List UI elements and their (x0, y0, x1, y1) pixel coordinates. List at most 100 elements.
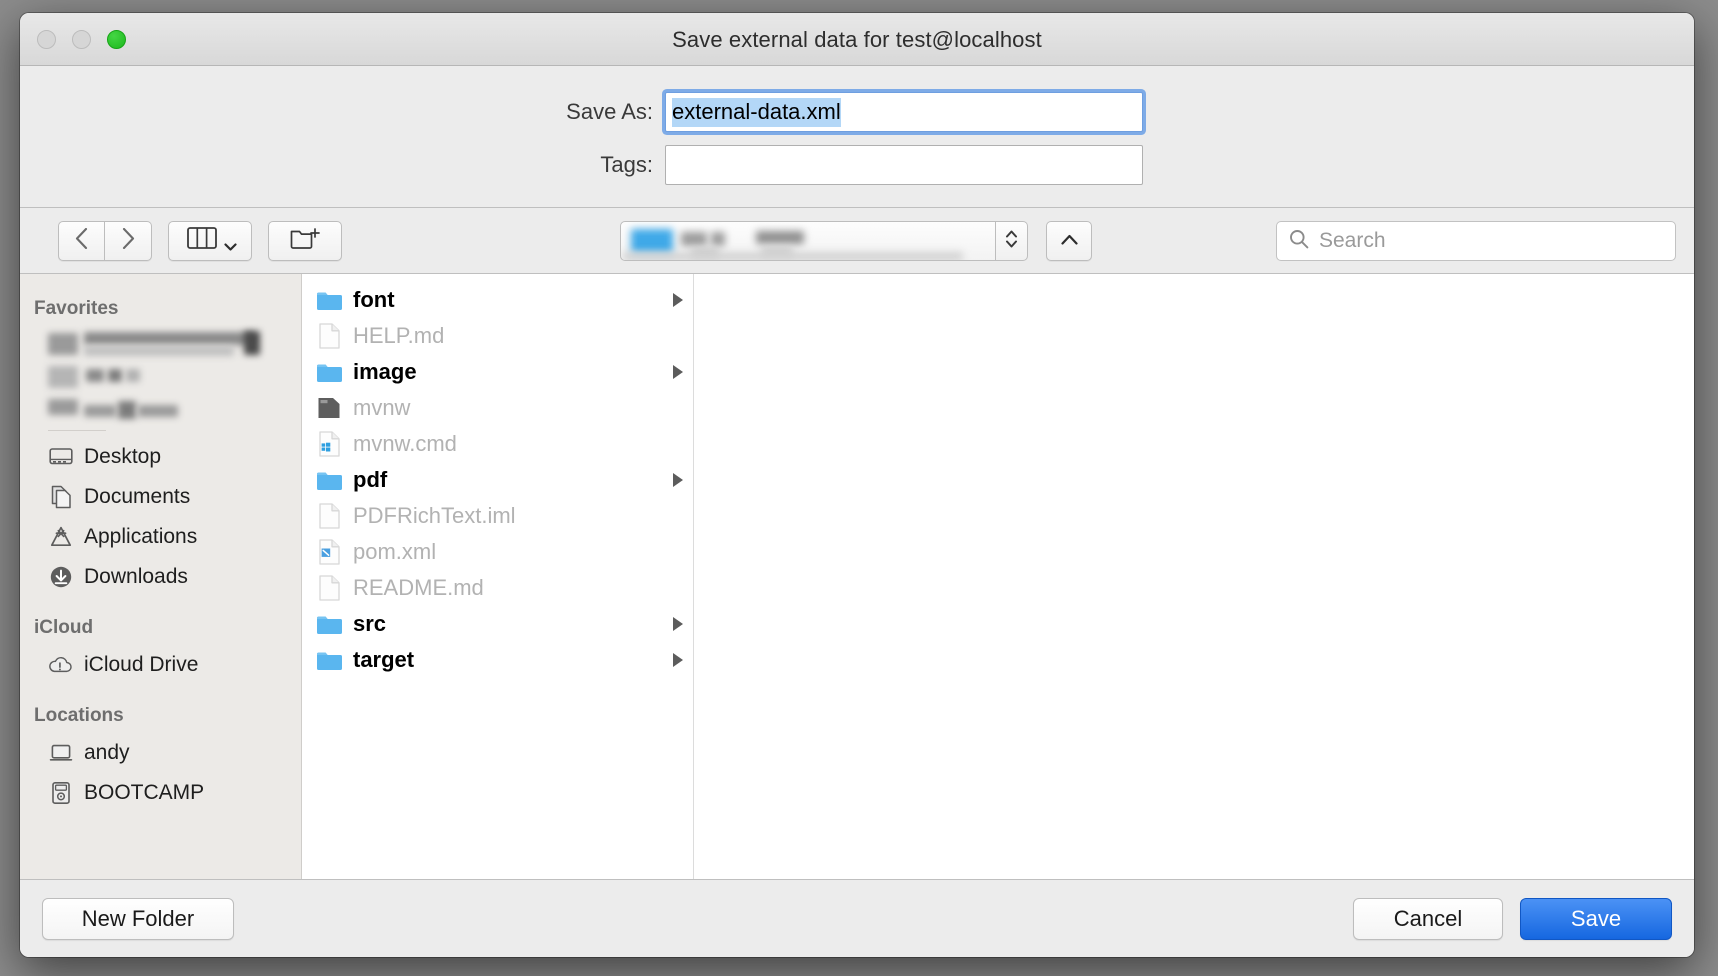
document-icon (316, 503, 342, 529)
sidebar-item-bootcamp[interactable]: BOOTCAMP (20, 773, 301, 813)
column-view-icon (187, 227, 217, 254)
sidebar-label: Applications (84, 525, 197, 549)
file-name: src (353, 611, 662, 637)
search-placeholder: Search (1319, 229, 1386, 253)
downloads-icon (48, 565, 73, 590)
navigation-buttons (58, 221, 152, 261)
forward-button[interactable] (105, 221, 152, 261)
chevron-right-icon (122, 228, 135, 254)
file-name: README.md (353, 575, 685, 601)
disclosure-triangle-icon[interactable] (673, 473, 683, 487)
folder-icon (316, 611, 342, 637)
file-row-src[interactable]: src (302, 606, 693, 642)
new-folder-button[interactable]: New Folder (42, 898, 234, 940)
new-folder-toolbar-button[interactable] (268, 221, 342, 261)
file-column-1: font HELP.md image (302, 274, 694, 879)
documents-icon (48, 485, 73, 510)
disclosure-triangle-icon[interactable] (673, 653, 683, 667)
disclosure-triangle-icon[interactable] (673, 617, 683, 631)
new-folder-icon (290, 226, 320, 255)
xml-document-icon (316, 539, 342, 565)
save-dialog-window: Save external data for test@localhost Sa… (20, 13, 1694, 957)
sidebar-divider (48, 430, 106, 431)
sidebar-heading-favorites: Favorites (20, 290, 301, 326)
file-name: mvnw (353, 395, 685, 421)
folder-icon (316, 467, 342, 493)
sidebar-item-downloads[interactable]: Downloads (20, 557, 301, 597)
file-row-pom-xml: pom.xml (302, 534, 693, 570)
dialog-footer: New Folder Cancel Save (20, 879, 1694, 957)
folder-icon (316, 647, 342, 673)
save-as-field-wrapper: external-data.xml (665, 92, 1143, 132)
cancel-button[interactable]: Cancel (1353, 898, 1503, 940)
computer-icon (48, 741, 73, 766)
path-dropdown[interactable] (620, 221, 1028, 261)
folder-icon (316, 359, 342, 385)
file-column-2[interactable] (694, 274, 1694, 879)
windows-cmd-icon (316, 431, 342, 457)
save-as-row: Save As: external-data.xml (20, 92, 1694, 132)
applications-icon (48, 525, 73, 550)
path-stepper[interactable] (996, 221, 1028, 261)
file-row-target[interactable]: target (302, 642, 693, 678)
sidebar-label: Documents (84, 485, 190, 509)
disclosure-triangle-icon[interactable] (673, 293, 683, 307)
tags-input[interactable] (665, 145, 1143, 185)
file-name: pom.xml (353, 539, 685, 565)
toolbar: Search (20, 208, 1694, 274)
search-icon (1289, 229, 1309, 254)
sidebar-item-icloud-drive[interactable]: iCloud Drive (20, 645, 301, 685)
sidebar-item-redacted-1[interactable] (48, 331, 301, 359)
file-row-image[interactable]: image (302, 354, 693, 390)
file-name: font (353, 287, 662, 313)
file-name: PDFRichText.iml (353, 503, 685, 529)
sidebar-item-redacted-3[interactable] (48, 397, 301, 425)
view-mode-button[interactable] (168, 221, 252, 261)
sidebar-heading-icloud: iCloud (20, 597, 301, 645)
file-name: HELP.md (353, 323, 685, 349)
file-row-pdf[interactable]: pdf (302, 462, 693, 498)
disclosure-triangle-icon[interactable] (673, 365, 683, 379)
file-name: target (353, 647, 662, 673)
folder-icon (316, 287, 342, 313)
back-button[interactable] (58, 221, 105, 261)
tags-label: Tags: (20, 152, 665, 178)
hard-drive-icon (48, 781, 73, 806)
file-row-font[interactable]: font (302, 282, 693, 318)
sidebar: Favorites (20, 274, 302, 879)
sidebar-label: Downloads (84, 565, 188, 589)
sidebar-label: iCloud Drive (84, 653, 198, 677)
file-row-mvnw: mvnw (302, 390, 693, 426)
path-value[interactable] (620, 221, 996, 261)
sidebar-label: andy (84, 741, 130, 765)
save-button[interactable]: Save (1520, 898, 1672, 940)
save-as-input[interactable]: external-data.xml (665, 92, 1143, 132)
sidebar-item-applications[interactable]: Applications (20, 517, 301, 557)
chevron-up-icon (1061, 232, 1078, 250)
executable-icon (316, 395, 342, 421)
dialog-body: Favorites (20, 274, 1694, 879)
file-row-help-md: HELP.md (302, 318, 693, 354)
sidebar-item-andy[interactable]: andy (20, 733, 301, 773)
file-name: pdf (353, 467, 662, 493)
sidebar-item-documents[interactable]: Documents (20, 477, 301, 517)
tags-row: Tags: (20, 145, 1694, 185)
sidebar-item-redacted-2[interactable] (48, 364, 301, 392)
file-name: mvnw.cmd (353, 431, 685, 457)
save-as-label: Save As: (20, 99, 665, 125)
search-field[interactable]: Search (1276, 221, 1676, 261)
collapse-pane-button[interactable] (1046, 221, 1092, 261)
save-as-value: external-data.xml (672, 98, 841, 127)
sidebar-heading-locations: Locations (20, 685, 301, 733)
titlebar: Save external data for test@localhost (20, 13, 1694, 66)
icloud-drive-icon (48, 653, 73, 678)
file-row-pdfrichtext-iml: PDFRichText.iml (302, 498, 693, 534)
chevron-down-icon (224, 238, 234, 244)
file-name: image (353, 359, 662, 385)
file-row-readme-md: README.md (302, 570, 693, 606)
chevron-left-icon (75, 228, 88, 254)
sidebar-label: Desktop (84, 445, 161, 469)
sidebar-item-desktop[interactable]: Desktop (20, 437, 301, 477)
file-row-mvnw-cmd: mvnw.cmd (302, 426, 693, 462)
document-icon (316, 575, 342, 601)
